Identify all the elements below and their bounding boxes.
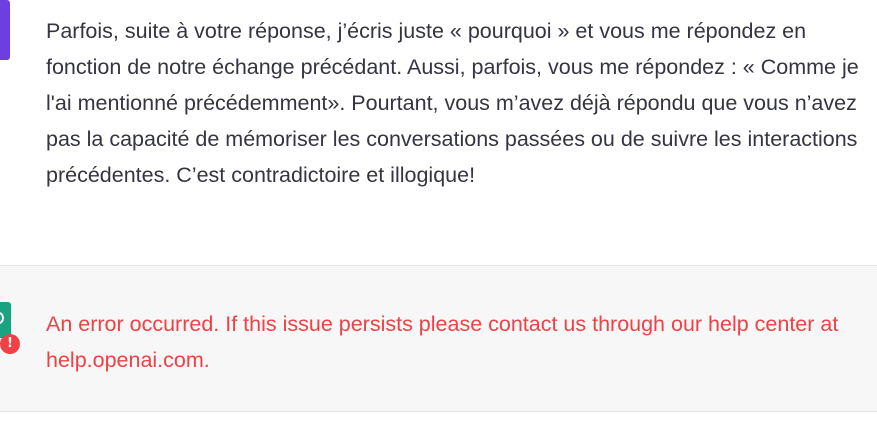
- user-message: Parfois, suite à votre réponse, j’écris …: [0, 0, 877, 265]
- logo-mark: [0, 312, 4, 324]
- error-message-text: An error occurred. If this issue persist…: [46, 312, 839, 372]
- conversation-thread: Parfois, suite à votre réponse, j’écris …: [0, 0, 877, 429]
- user-message-text: Parfois, suite à votre réponse, j’écris …: [46, 19, 859, 187]
- error-exclamation-icon: !: [0, 334, 20, 354]
- openai-logo-icon: [0, 302, 11, 338]
- user-avatar-icon: [0, 0, 10, 60]
- assistant-message: ! An error occurred. If this issue persi…: [0, 265, 877, 412]
